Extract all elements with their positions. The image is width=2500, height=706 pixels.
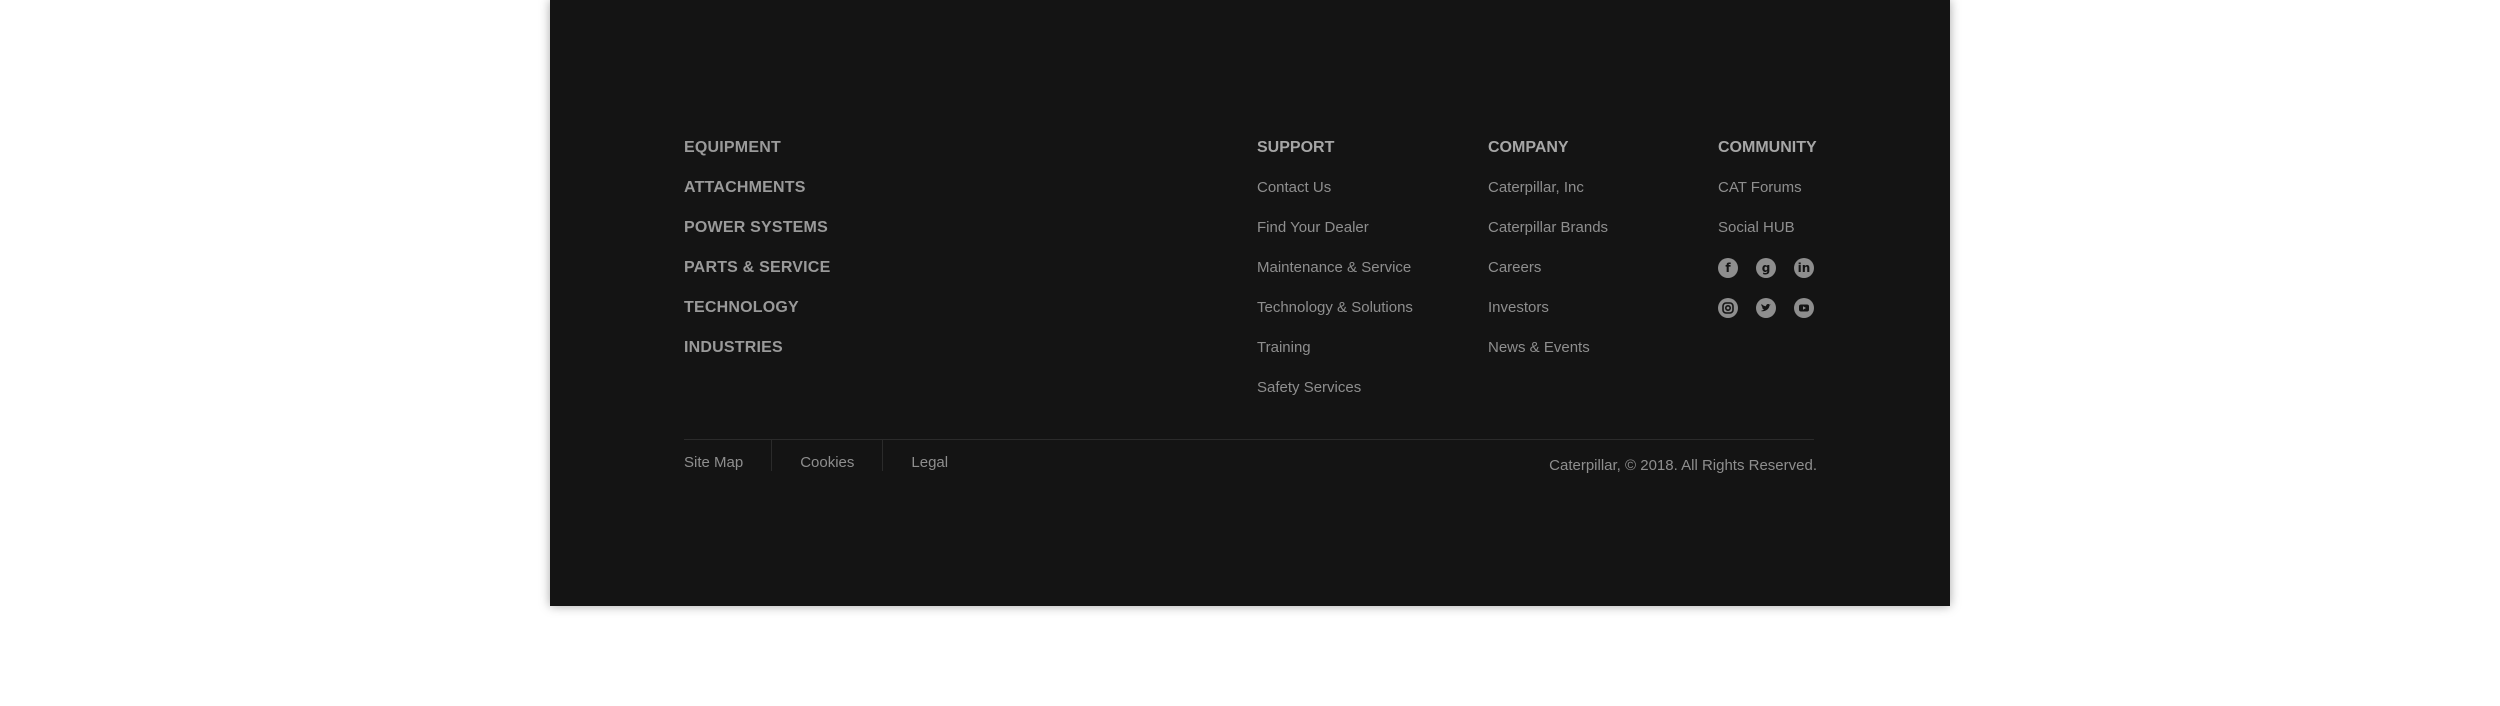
link-training[interactable]: Training bbox=[1257, 328, 1477, 368]
separator bbox=[771, 439, 773, 471]
separator bbox=[882, 439, 884, 471]
link-caterpillar-brands[interactable]: Caterpillar Brands bbox=[1488, 208, 1708, 248]
facebook-icon[interactable]: f bbox=[1718, 258, 1738, 278]
nav-industries[interactable]: INDUSTRIES bbox=[684, 328, 944, 368]
social-row-1: f g in bbox=[1718, 248, 1938, 288]
link-caterpillar-inc[interactable]: Caterpillar, Inc bbox=[1488, 168, 1708, 208]
link-careers[interactable]: Careers bbox=[1488, 248, 1708, 288]
bottom-links: Site Map Cookies Legal bbox=[684, 439, 948, 473]
nav-technology[interactable]: TECHNOLOGY bbox=[684, 288, 944, 328]
primary-footer-nav: EQUIPMENT ATTACHMENTS POWER SYSTEMS PART… bbox=[684, 128, 944, 368]
link-find-your-dealer[interactable]: Find Your Dealer bbox=[1257, 208, 1477, 248]
nav-equipment[interactable]: EQUIPMENT bbox=[684, 128, 944, 168]
community-heading: COMMUNITY bbox=[1718, 139, 1817, 156]
support-column: SUPPORT Contact Us Find Your Dealer Main… bbox=[1257, 128, 1477, 408]
nav-attachments[interactable]: ATTACHMENTS bbox=[684, 168, 944, 208]
support-heading: SUPPORT bbox=[1257, 139, 1335, 156]
link-maintenance-service[interactable]: Maintenance & Service bbox=[1257, 248, 1477, 288]
link-social-hub[interactable]: Social HUB bbox=[1718, 208, 1938, 248]
instagram-icon[interactable] bbox=[1718, 298, 1738, 318]
linkedin-icon[interactable]: in bbox=[1794, 258, 1814, 278]
link-cookies[interactable]: Cookies bbox=[800, 453, 854, 473]
company-column: COMPANY Caterpillar, Inc Caterpillar Bra… bbox=[1488, 128, 1708, 368]
copyright-text: Caterpillar, © 2018. All Rights Reserved… bbox=[1549, 457, 1817, 474]
link-cat-forums[interactable]: CAT Forums bbox=[1718, 168, 1938, 208]
link-site-map[interactable]: Site Map bbox=[684, 453, 743, 473]
twitter-icon[interactable] bbox=[1756, 298, 1776, 318]
link-technology-solutions[interactable]: Technology & Solutions bbox=[1257, 288, 1477, 328]
nav-power-systems[interactable]: POWER SYSTEMS bbox=[684, 208, 944, 248]
social-row-2 bbox=[1718, 288, 1938, 328]
company-heading: COMPANY bbox=[1488, 139, 1569, 156]
site-footer: EQUIPMENT ATTACHMENTS POWER SYSTEMS PART… bbox=[550, 0, 1950, 606]
link-safety-services[interactable]: Safety Services bbox=[1257, 368, 1477, 408]
nav-parts-service[interactable]: PARTS & SERVICE bbox=[684, 248, 944, 288]
youtube-icon[interactable] bbox=[1794, 298, 1814, 318]
link-investors[interactable]: Investors bbox=[1488, 288, 1708, 328]
link-legal[interactable]: Legal bbox=[911, 453, 948, 473]
google-plus-icon[interactable]: g bbox=[1756, 258, 1776, 278]
community-column: COMMUNITY CAT Forums Social HUB f g in bbox=[1718, 128, 1938, 328]
link-news-events[interactable]: News & Events bbox=[1488, 328, 1708, 368]
link-contact-us[interactable]: Contact Us bbox=[1257, 168, 1477, 208]
